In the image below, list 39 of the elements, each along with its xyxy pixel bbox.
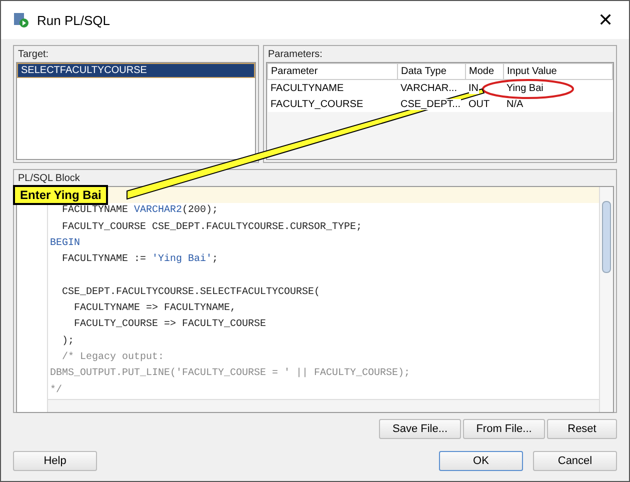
help-button[interactable]: Help (13, 451, 97, 471)
code-line: FACULTY_COURSE CSE_DEPT.FACULTYCOURSE.CURSOR_TYPE; (61, 220, 364, 235)
column-header: Parameter (268, 64, 398, 80)
table-cell: CSE_DEPT... (400, 98, 461, 110)
window-title: Run PL/SQL (37, 12, 111, 28)
table-cell: VARCHAR... (400, 82, 457, 94)
dialog-button[interactable]: Cancel (533, 451, 617, 471)
code-line: FACULTY_COURSE => FACULTY_COURSE (73, 318, 268, 332)
panel-label: PL/SQL Block (17, 172, 81, 186)
code-line: DBMS_OUTPUT.PUT_LINE('FACULTY_COURSE = ' || FACULTY_COURSE); (50, 366, 412, 382)
callout-label: Enter Ying Bai (13, 185, 108, 205)
table-cell: FACULTYNAME (270, 82, 344, 94)
panel-label: Parameters: (267, 48, 324, 62)
table-cell: IN (468, 82, 478, 94)
run-icon (13, 12, 29, 28)
column-header: Mode (466, 64, 504, 80)
table-cell: N/A (506, 98, 524, 110)
code-line: BEGIN (50, 236, 82, 251)
column-header: Input Value (504, 64, 612, 80)
file-button[interactable]: Reset (547, 419, 617, 439)
table-cell: OUT (468, 98, 490, 110)
close-button[interactable]: ✕ (594, 9, 617, 31)
table-cell: FACULTY_COURSE (270, 98, 364, 110)
horizontal-scrollbar[interactable] (48, 398, 599, 412)
code-line: /* Legacy output: (61, 350, 166, 365)
table-cell: Ying Bai (506, 82, 544, 94)
panel-label: Target: (17, 48, 50, 62)
code-line: FACULTYNAME VARCHAR2(200); (61, 204, 220, 218)
file-button[interactable]: Save File... (379, 419, 461, 439)
code-line: FACULTYNAME => FACULTYNAME, (73, 302, 238, 316)
list-item[interactable]: SELECTFACULTYCOURSE (17, 63, 255, 78)
vertical-scrollbar[interactable] (599, 187, 613, 412)
file-button[interactable]: From File... (463, 419, 545, 439)
code-line: ); (61, 334, 76, 349)
code-line: CSE_DEPT.FACULTYCOURSE.SELECTFACULTYCOURSE( (61, 286, 322, 300)
code-line: FACULTYNAME := 'Ying Bai'; (61, 252, 220, 268)
column-header: Data Type (398, 64, 466, 80)
dialog-button[interactable]: OK (439, 451, 523, 471)
code-line: */ (50, 384, 64, 398)
